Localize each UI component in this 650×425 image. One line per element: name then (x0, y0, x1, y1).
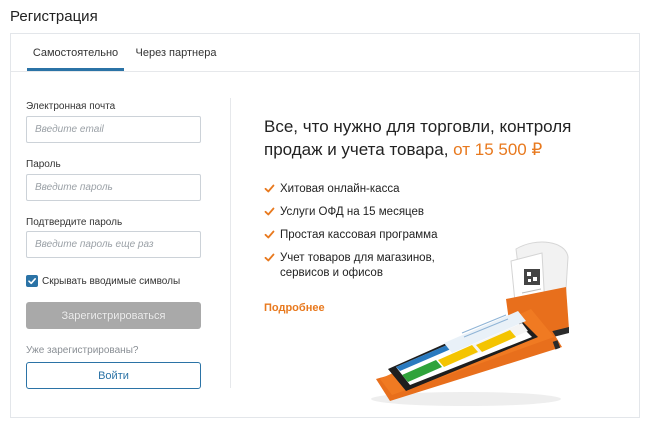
tab-bar: Самостоятельно Через партнера (11, 34, 639, 72)
password-label: Пароль (26, 159, 61, 170)
login-button[interactable]: Войти (26, 362, 201, 389)
feature-item: Хитовая онлайн-касса (264, 182, 480, 197)
page-title: Регистрация (10, 8, 98, 25)
tab-partner[interactable]: Через партнера (131, 34, 221, 71)
hide-symbols-row[interactable]: Скрывать вводимые символы (26, 274, 180, 288)
already-registered-text: Уже зарегистрированы? (26, 345, 139, 356)
divider (230, 98, 231, 388)
pos-terminal-illustration (371, 241, 569, 406)
checkmark-icon (28, 278, 36, 285)
tab-self[interactable]: Самостоятельно (27, 34, 124, 71)
hide-symbols-label: Скрывать вводимые символы (42, 275, 181, 287)
orange-checkmark-icon (264, 230, 275, 239)
hide-symbols-checkbox[interactable] (26, 275, 38, 287)
promo-price: от 15 500 ₽ (453, 140, 543, 159)
orange-checkmark-icon (264, 207, 275, 216)
promo-title: Все, что нужно для торговли, контроля пр… (264, 115, 624, 161)
feature-text: Хитовая онлайн-касса (280, 183, 400, 195)
registration-card: Самостоятельно Через партнера Электронна… (10, 33, 640, 418)
feature-text: Услуги ОФД на 15 месяцев (280, 206, 425, 218)
email-label: Электронная почта (26, 101, 116, 112)
register-button[interactable]: Зарегистрироваться (26, 302, 201, 329)
confirm-password-field[interactable] (26, 231, 201, 258)
orange-checkmark-icon (264, 184, 275, 193)
password-field[interactable] (26, 174, 201, 201)
feature-item: Услуги ОФД на 15 месяцев (264, 205, 480, 220)
confirm-password-label: Подтвердите пароль (26, 217, 123, 228)
orange-checkmark-icon (264, 253, 275, 262)
more-link[interactable]: Подробнее (264, 302, 325, 314)
email-field[interactable] (26, 116, 201, 143)
